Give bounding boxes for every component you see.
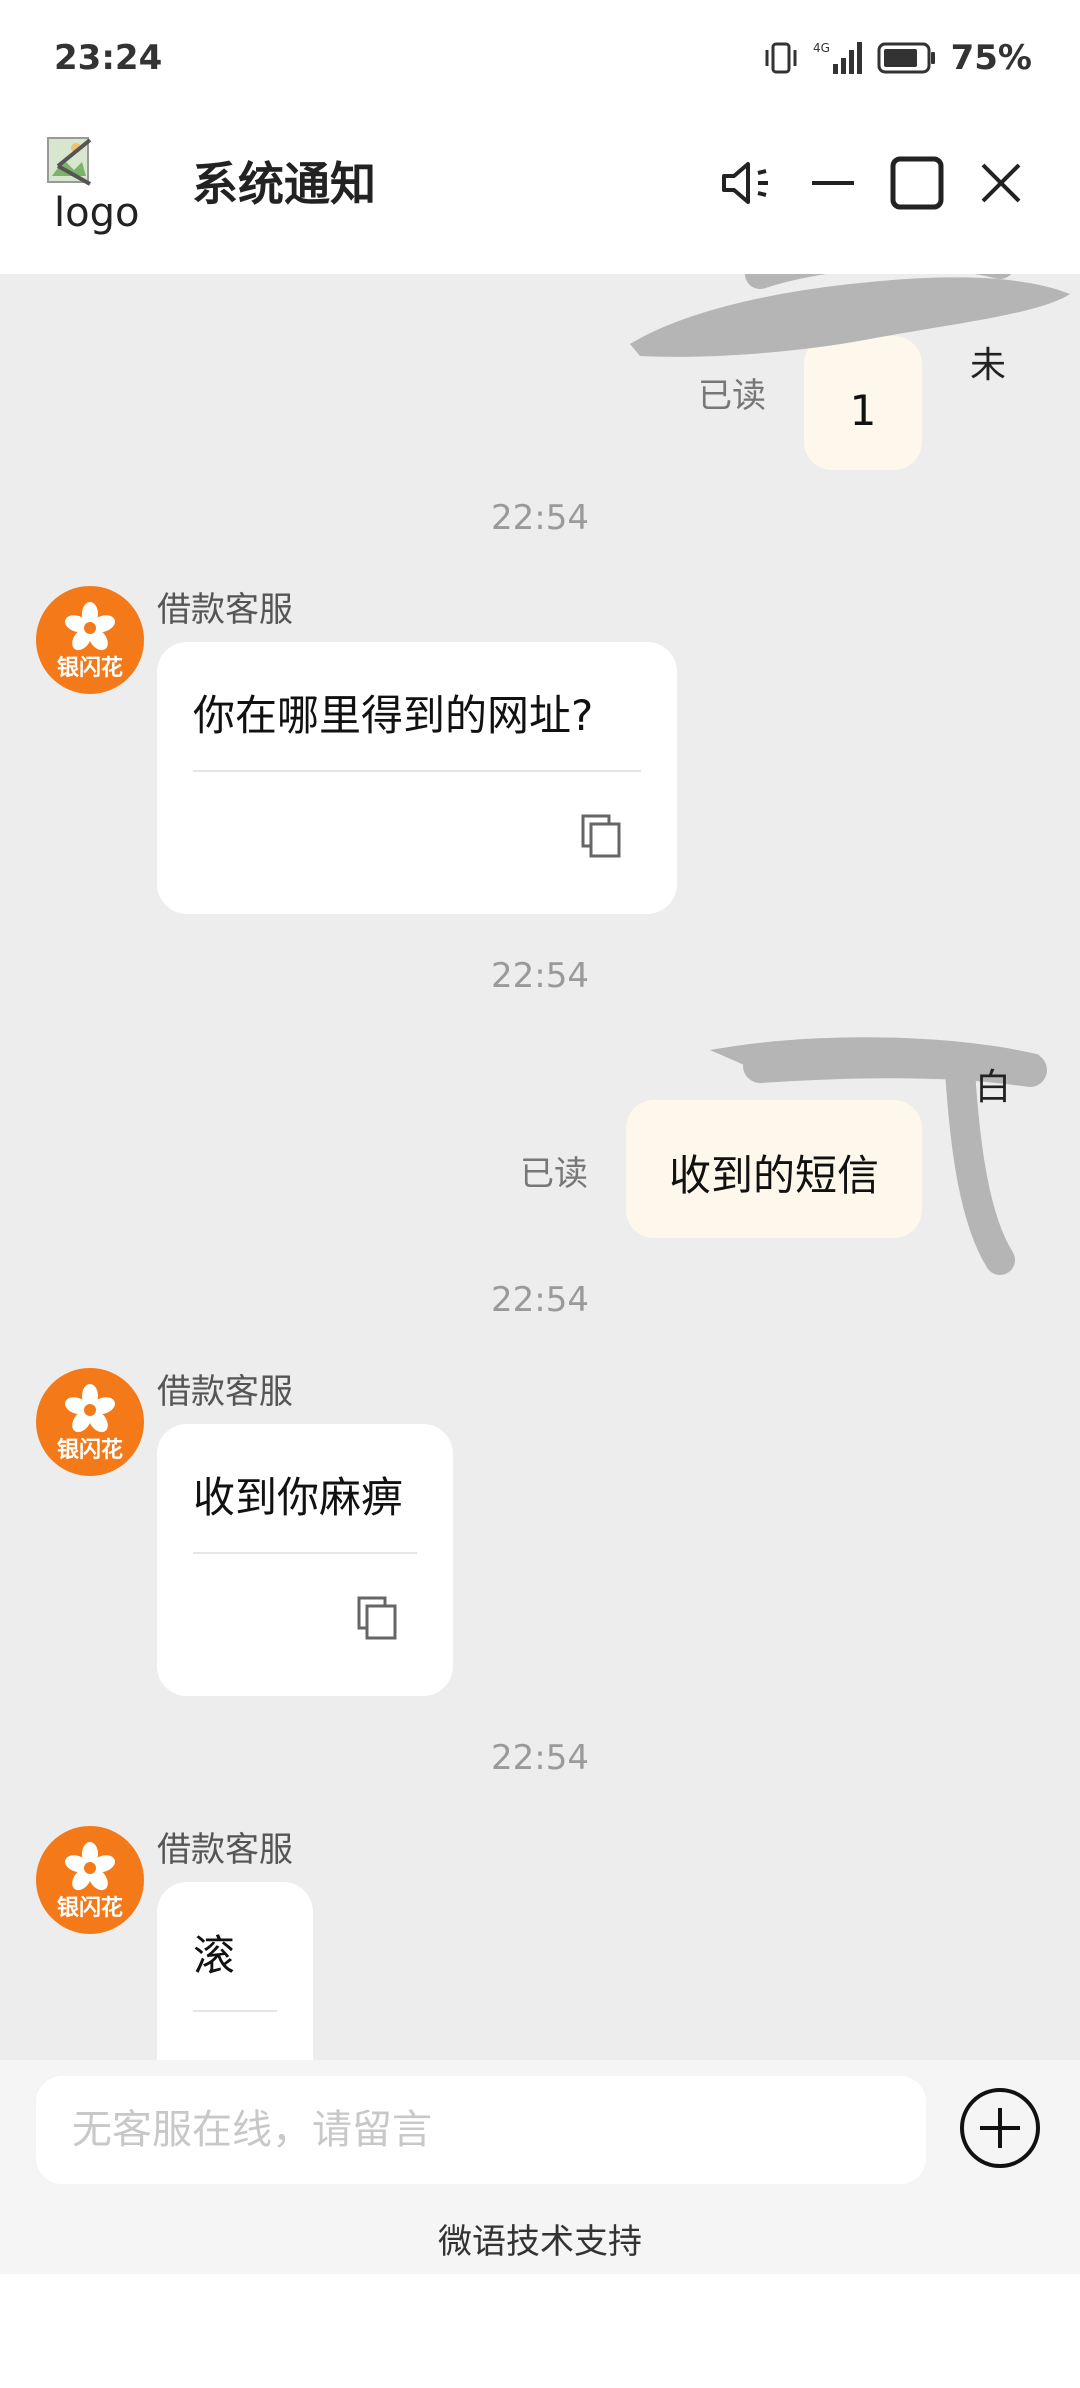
- redaction-scribble: [630, 274, 1070, 357]
- vibrate-icon: [765, 42, 797, 74]
- sender-name: 借款客服: [157, 1372, 293, 1412]
- logo: logo: [46, 132, 146, 252]
- battery-icon: [877, 42, 935, 74]
- network-type: 4G: [813, 41, 830, 55]
- avatar[interactable]: 银闪花: [36, 1826, 144, 1934]
- sound-button[interactable]: [712, 148, 782, 218]
- message-timestamp: 22:54: [491, 1280, 589, 1320]
- message-timestamp: 22:54: [491, 956, 589, 996]
- copy-icon[interactable]: [357, 1596, 397, 1640]
- incoming-message[interactable]: 你在哪里得到的网址?: [157, 642, 677, 914]
- maximize-button[interactable]: [882, 148, 952, 218]
- message-text: 1: [849, 386, 877, 435]
- support-text: 微语技术支持: [438, 2222, 642, 2262]
- maximize-icon: [890, 156, 944, 210]
- signal-icon: 4G: [813, 41, 862, 74]
- chat-header: logo 系统通知: [0, 118, 1080, 274]
- logo-alt-text: logo: [54, 190, 140, 236]
- divider: [193, 770, 641, 772]
- speaker-icon: [722, 162, 768, 204]
- message-input[interactable]: [36, 2076, 926, 2184]
- message-text: 收到的短信: [668, 1151, 879, 1200]
- chat-area[interactable]: 1 已读 未 22:54 银闪花 借款客服 你在哪里得到的网址? 22:54 白…: [0, 274, 1080, 2060]
- page-title: 系统通知: [192, 157, 376, 211]
- status-indicators: 4G 75%: [763, 38, 1032, 78]
- message-text: 你在哪里得到的网址?: [193, 691, 594, 740]
- minimize-icon: [812, 181, 854, 185]
- cut-off-text: 白: [975, 1067, 1012, 1108]
- sender-name: 借款客服: [157, 1830, 293, 1870]
- avatar-label: 银闪花: [56, 1896, 123, 1921]
- status-time: 23:24: [54, 38, 163, 78]
- minimize-button[interactable]: [798, 148, 868, 218]
- broken-image-icon: [47, 137, 92, 186]
- status-bar: 23:24 4G 75%: [0, 0, 1080, 118]
- close-button[interactable]: [966, 148, 1036, 218]
- avatar[interactable]: 银闪花: [36, 586, 144, 694]
- incoming-message[interactable]: 收到你麻痹: [157, 1424, 453, 1696]
- divider: [193, 2010, 277, 2012]
- outgoing-message[interactable]: 收到的短信: [626, 1100, 922, 1238]
- sender-name: 借款客服: [157, 590, 293, 630]
- incoming-message[interactable]: 滚: [157, 1882, 313, 2060]
- input-area: 微语技术支持: [0, 2060, 1080, 2274]
- message-timestamp: 22:54: [491, 1738, 589, 1778]
- divider: [193, 1552, 417, 1554]
- message-text: 收到你麻痹: [193, 1473, 404, 1522]
- avatar-label: 银闪花: [56, 1438, 123, 1463]
- read-status: 已读: [698, 376, 766, 416]
- add-icon[interactable]: [958, 2086, 1042, 2170]
- battery-percent: 75%: [950, 38, 1032, 78]
- message-timestamp: 22:54: [491, 498, 589, 538]
- message-text: 滚: [193, 1931, 236, 1980]
- read-status: 已读: [520, 1154, 588, 1194]
- cut-off-text: 未: [970, 345, 1007, 386]
- close-icon: [981, 163, 1021, 203]
- bottom-spacer: [0, 2274, 1080, 2388]
- avatar[interactable]: 银闪花: [36, 1368, 144, 1476]
- avatar-label: 银闪花: [56, 656, 123, 681]
- copy-icon[interactable]: [581, 814, 621, 858]
